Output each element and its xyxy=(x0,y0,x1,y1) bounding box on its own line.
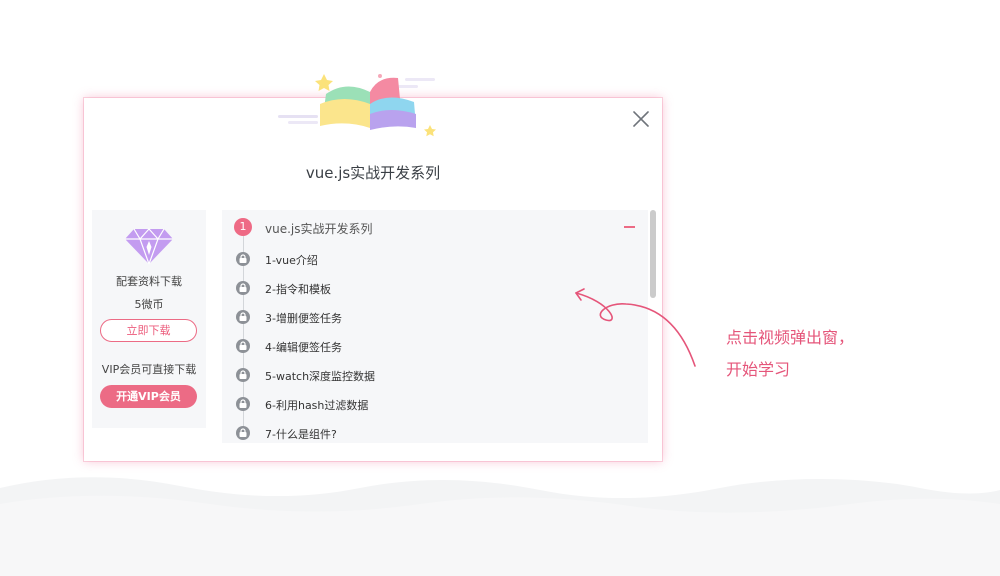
chapter-number-badge: 1 xyxy=(234,218,252,236)
chapter-title[interactable]: vue.js实战开发系列 xyxy=(265,220,373,237)
lock-icon xyxy=(236,397,250,411)
resource-label: 配套资料下载 xyxy=(116,275,182,288)
lock-icon xyxy=(236,252,250,266)
diamond-icon xyxy=(125,228,173,265)
lesson-label: 1-vue介绍 xyxy=(265,254,318,267)
lesson-label: 6-利用hash过滤数据 xyxy=(265,399,369,412)
collapse-icon[interactable] xyxy=(624,226,635,228)
book-illustration xyxy=(278,74,436,137)
lesson-item[interactable]: 5-watch深度监控数据 xyxy=(234,366,634,386)
annotation-arrow xyxy=(575,288,696,367)
close-button[interactable] xyxy=(630,108,652,130)
modal-title: vue.js实战开发系列 xyxy=(305,164,441,182)
resource-panel: 配套资料下载 5微币 立即下载 VIP会员可直接下载 开通VIP会员 xyxy=(92,210,206,428)
lesson-item[interactable]: 6-利用hash过滤数据 xyxy=(234,395,634,415)
lock-icon xyxy=(236,310,250,324)
annotation-text-line1: 点击视频弹出窗， xyxy=(726,328,855,347)
vip-button[interactable]: 开通VIP会员 xyxy=(100,385,197,408)
background-wave xyxy=(0,477,1000,576)
annotation-text-line2: 开始学习 xyxy=(726,360,791,379)
lesson-item[interactable]: 1-vue介绍 xyxy=(234,250,634,270)
lesson-label: 2-指令和模板 xyxy=(265,283,331,296)
lock-icon xyxy=(236,339,250,353)
resource-price: 5微币 xyxy=(134,298,164,311)
lock-icon xyxy=(236,368,250,382)
lesson-label: 5-watch深度监控数据 xyxy=(265,370,376,383)
lesson-item[interactable]: 7-什么是组件? xyxy=(234,424,634,444)
download-button[interactable]: 立即下载 xyxy=(100,319,197,342)
lock-icon xyxy=(236,281,250,295)
lesson-label: 4-编辑便签任务 xyxy=(265,341,342,354)
lesson-label: 3-增删便签任务 xyxy=(265,312,342,325)
close-icon xyxy=(633,111,649,127)
lock-icon xyxy=(236,426,250,440)
lesson-label: 7-什么是组件? xyxy=(265,428,337,441)
vip-note: VIP会员可直接下载 xyxy=(101,363,197,376)
